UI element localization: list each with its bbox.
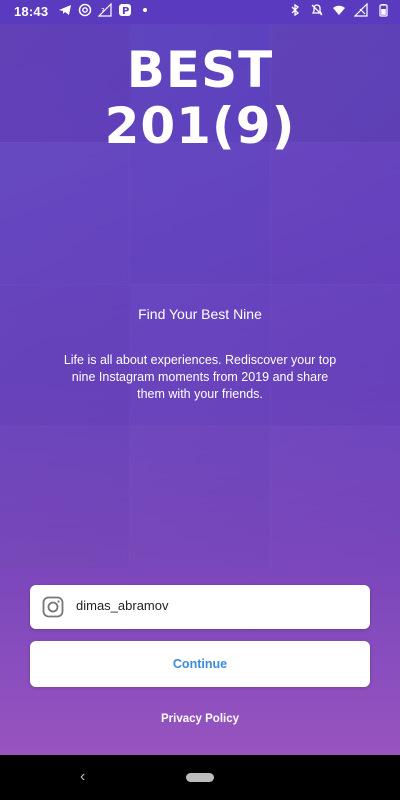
hero-title-line2: 201(9) bbox=[104, 97, 296, 155]
hero-title: BEST 201(9) bbox=[0, 42, 400, 154]
signal-question-icon: ? bbox=[98, 3, 112, 17]
no-sim-icon bbox=[354, 3, 368, 17]
status-bar: 18:43 ? P bbox=[0, 0, 400, 24]
back-button[interactable]: ‹ bbox=[80, 768, 85, 786]
username-field[interactable]: dimas_abramov bbox=[30, 585, 370, 629]
username-value: dimas_abramov bbox=[76, 598, 169, 613]
instagram-icon bbox=[42, 596, 64, 618]
telegram-icon bbox=[59, 5, 71, 15]
parking-icon: P bbox=[119, 4, 131, 17]
bluetooth-icon bbox=[291, 3, 300, 17]
notification-icons: ? P bbox=[58, 3, 152, 17]
system-icons bbox=[288, 3, 390, 17]
mute-icon bbox=[311, 4, 323, 16]
home-pill-icon[interactable] bbox=[186, 773, 214, 782]
subtitle: Find Your Best Nine bbox=[138, 306, 262, 322]
dot-icon bbox=[143, 8, 147, 12]
svg-text:P: P bbox=[122, 6, 129, 17]
description: Life is all about experiences. Rediscove… bbox=[63, 353, 337, 401]
at-icon bbox=[78, 3, 92, 17]
status-time: 18:43 bbox=[14, 4, 49, 19]
wifi-icon bbox=[333, 5, 345, 15]
svg-text:?: ? bbox=[101, 7, 105, 15]
app-screen: 18:43 ? P BEST 201(9) Find Your Best Nin… bbox=[0, 0, 400, 755]
continue-button[interactable]: Continue bbox=[30, 641, 370, 687]
privacy-policy-link[interactable]: Privacy Policy bbox=[0, 713, 400, 725]
navigation-bar: ‹ bbox=[0, 755, 400, 800]
hero-title-line1: BEST bbox=[126, 41, 274, 99]
battery-icon bbox=[379, 4, 388, 17]
